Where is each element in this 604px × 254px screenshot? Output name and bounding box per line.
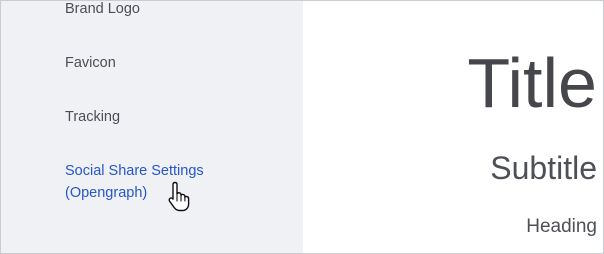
sidebar-item-tracking[interactable]: Tracking: [65, 106, 120, 128]
sidebar-item-favicon[interactable]: Favicon: [65, 52, 116, 74]
sidebar-item-social-share-settings[interactable]: Social Share Settings (Opengraph): [65, 160, 235, 204]
preview-heading: Heading: [526, 216, 597, 237]
preview-title: Title: [467, 44, 597, 122]
typography-preview: Title Subtitle Heading: [303, 1, 603, 253]
preview-subtitle: Subtitle: [490, 150, 597, 186]
hand-pointer-cursor-icon: [168, 181, 190, 212]
settings-window: Brand Logo Favicon Tracking Social Share…: [0, 0, 604, 254]
settings-sidebar: Brand Logo Favicon Tracking Social Share…: [1, 1, 303, 253]
sidebar-item-brand-logo[interactable]: Brand Logo: [65, 1, 140, 20]
